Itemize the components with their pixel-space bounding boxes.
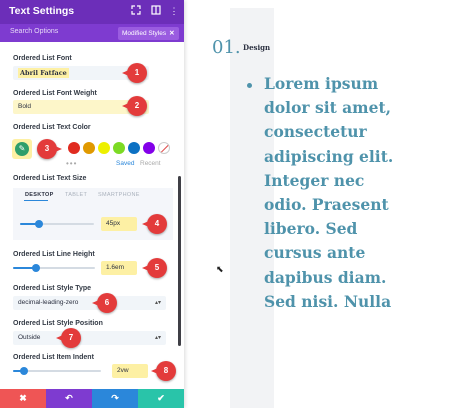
panel-scrollbar[interactable] — [178, 176, 181, 346]
text-size-label: Ordered List Text Size — [13, 175, 87, 182]
style-position-value: Outside — [18, 334, 41, 341]
style-position-label: Ordered List Style Position — [13, 320, 103, 327]
panel-body: Ordered List Font Abril Fatface 1 Ordere… — [0, 42, 184, 389]
swatch-green[interactable] — [113, 142, 125, 154]
preview-line: Lorem ipsum — [264, 74, 379, 93]
callout-7: 7 — [56, 328, 81, 348]
list-item-heading: Design — [243, 43, 271, 52]
tab-recent-colors[interactable]: Recent — [140, 160, 161, 167]
list-marker: 01. — [212, 37, 241, 58]
callout-2: 2 — [122, 96, 147, 116]
tab-saved-colors[interactable]: Saved — [116, 160, 134, 167]
preview-line: dolor sit amet, — [264, 98, 391, 118]
preview-line: odio. Praesent — [264, 195, 389, 215]
panel-header: Text Settings ⋮ — [0, 0, 184, 24]
swatch-red[interactable] — [68, 142, 80, 154]
screen: Text Settings ⋮ Search Options Modified … — [0, 0, 474, 408]
filter-badge-label: Modified Styles — [122, 30, 167, 37]
line-height-input[interactable]: 1.6em — [101, 261, 137, 275]
style-type-label: Ordered List Style Type — [13, 285, 92, 292]
item-indent-input[interactable]: 2vw — [112, 364, 148, 378]
font-value: Abril Fatface — [18, 68, 69, 78]
item-indent-slider-handle[interactable] — [19, 367, 28, 375]
undo-button[interactable]: ↶ — [46, 389, 92, 408]
preview-line: Sed nisi. Nulla — [264, 291, 392, 311]
swatch-blue[interactable] — [128, 142, 140, 154]
tab-smartphone[interactable]: SMARTPHONE — [98, 192, 140, 198]
device-tabs: DESKTOP TABLET SMARTPHONE — [13, 188, 173, 240]
split-view-icon[interactable] — [150, 5, 162, 17]
mouse-cursor-icon: ⬉ — [216, 264, 224, 274]
item-indent-label: Ordered List Item Indent — [13, 354, 94, 361]
tab-tablet[interactable]: TABLET — [65, 192, 87, 198]
expand-icon[interactable] — [130, 5, 142, 17]
swatch-orange[interactable] — [83, 142, 95, 154]
redo-button[interactable]: ↷ — [92, 389, 138, 408]
swatch-none-icon[interactable] — [158, 142, 170, 154]
search-input[interactable]: Search Options — [10, 28, 58, 35]
callout-6: 6 — [92, 293, 117, 313]
search-bar: Search Options Modified Styles ✕ — [0, 24, 184, 42]
line-height-slider-handle[interactable] — [31, 264, 40, 272]
color-picker-button[interactable]: ✎ — [12, 139, 32, 159]
style-type-value: decimal-leading-zero — [18, 299, 79, 306]
preview-line: consectetur — [264, 122, 367, 142]
swatch-yellow[interactable] — [98, 142, 110, 154]
callout-3: 3 — [37, 139, 62, 159]
text-size-input[interactable]: 45px — [101, 217, 137, 231]
more-colors-icon[interactable]: ••• — [66, 159, 77, 168]
preview-line: Integer nec — [264, 170, 365, 190]
modified-styles-filter[interactable]: Modified Styles ✕ — [118, 27, 179, 40]
more-options-icon[interactable]: ⋮ — [168, 5, 180, 17]
select-arrows-icon: ▴▾ — [154, 300, 161, 306]
swatch-purple[interactable] — [143, 142, 155, 154]
font-weight-label: Ordered List Font Weight — [13, 90, 97, 97]
callout-1: 1 — [122, 63, 147, 83]
callout-5: 5 — [142, 258, 167, 278]
text-color-label: Ordered List Text Color — [13, 124, 91, 131]
cancel-button[interactable]: ✖ — [0, 389, 46, 408]
preview-line: adipiscing elit. — [264, 146, 394, 166]
preview-line: dapibus diam. — [264, 267, 387, 287]
bullet-icon — [247, 83, 252, 88]
callout-8: 8 — [151, 361, 176, 381]
close-filter-icon[interactable]: ✕ — [169, 30, 174, 37]
eyedropper-icon: ✎ — [15, 142, 29, 156]
line-height-label: Ordered List Line Height — [13, 251, 95, 258]
preview-line: cursus ante — [264, 243, 366, 263]
save-button[interactable]: ✔ — [138, 389, 184, 408]
panel-footer: ✖ ↶ ↷ ✔ — [0, 389, 184, 408]
preview-list-text[interactable]: Lorem ipsum dolor sit amet, consectetur adi… — [264, 72, 464, 314]
font-weight-value: Bold — [18, 103, 32, 110]
panel-title: Text Settings — [9, 5, 75, 17]
preview-line: libero. Sed — [264, 219, 358, 239]
active-tab-indicator — [24, 200, 48, 201]
settings-panel: Text Settings ⋮ Search Options Modified … — [0, 0, 184, 408]
style-type-select[interactable]: decimal-leading-zero ▴▾ — [13, 296, 166, 310]
callout-4: 4 — [142, 214, 167, 234]
tab-desktop[interactable]: DESKTOP — [25, 192, 54, 198]
text-size-slider-handle[interactable] — [34, 220, 43, 228]
style-position-select[interactable]: Outside ▴▾ — [13, 331, 166, 345]
select-arrows-icon: ▴▾ — [154, 335, 161, 341]
font-label: Ordered List Font — [13, 55, 72, 62]
